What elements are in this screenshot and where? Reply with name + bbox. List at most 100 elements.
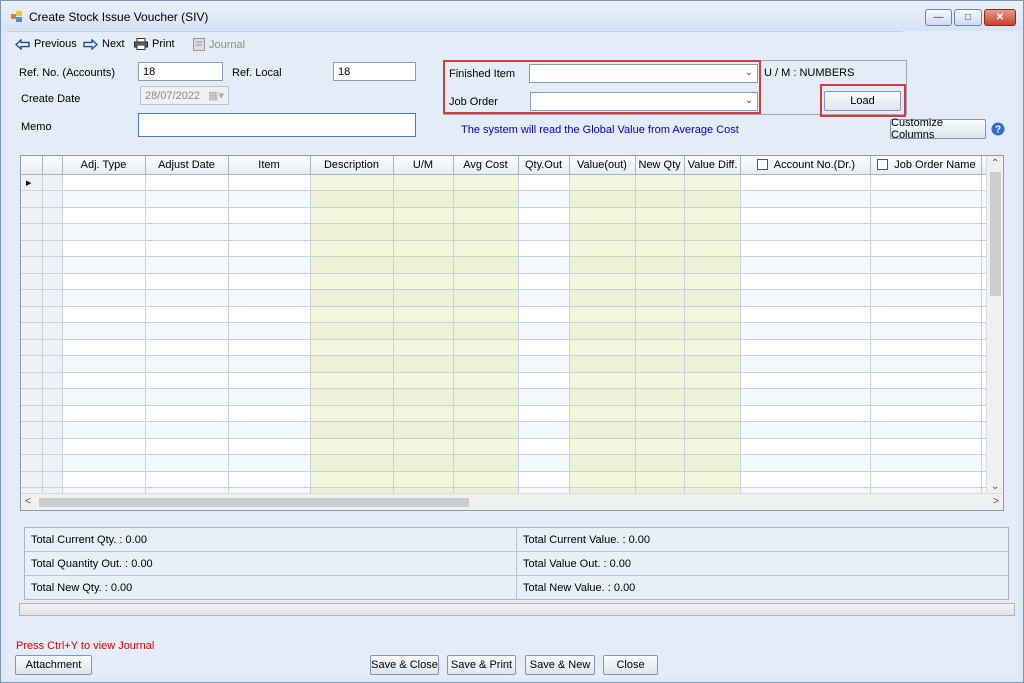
- print-button[interactable]: Print: [134, 38, 175, 50]
- table-cell[interactable]: [569, 372, 636, 389]
- table-cell[interactable]: [569, 339, 636, 356]
- table-cell[interactable]: [569, 273, 636, 290]
- horizontal-scrollbar[interactable]: < >: [21, 493, 1003, 510]
- table-cell[interactable]: [62, 421, 146, 439]
- table-cell[interactable]: [228, 388, 311, 406]
- table-cell[interactable]: [684, 438, 742, 455]
- table-cell[interactable]: [228, 322, 311, 340]
- column-header[interactable]: Value(out): [569, 156, 636, 175]
- table-cell[interactable]: [310, 405, 394, 422]
- table-cell[interactable]: [684, 454, 742, 472]
- scroll-right-icon[interactable]: >: [993, 496, 999, 507]
- row-header-cell[interactable]: [42, 388, 63, 406]
- table-cell[interactable]: [870, 438, 983, 455]
- row-header-cell[interactable]: [42, 454, 63, 472]
- table-cell[interactable]: [393, 438, 454, 455]
- table-cell[interactable]: [145, 438, 229, 455]
- table-cell[interactable]: [228, 273, 311, 290]
- row-header-cell[interactable]: [21, 306, 43, 323]
- table-cell[interactable]: [740, 339, 872, 356]
- table-cell[interactable]: [684, 223, 742, 241]
- table-cell[interactable]: [635, 223, 685, 241]
- next-button[interactable]: Next: [83, 38, 125, 50]
- table-cell[interactable]: [62, 471, 146, 488]
- table-cell[interactable]: [145, 289, 229, 307]
- column-header[interactable]: U/M: [393, 156, 454, 175]
- column-header[interactable]: Account No.(Dr.): [740, 156, 872, 175]
- vertical-scroll-thumb[interactable]: [990, 172, 1001, 296]
- table-cell[interactable]: [310, 273, 394, 290]
- row-header-cell[interactable]: [21, 405, 43, 422]
- table-cell[interactable]: [393, 355, 454, 373]
- table-cell[interactable]: [310, 174, 394, 191]
- table-cell[interactable]: [393, 190, 454, 208]
- row-header-cell[interactable]: [42, 223, 63, 241]
- table-cell[interactable]: [740, 240, 872, 257]
- help-icon[interactable]: ?: [991, 122, 1005, 136]
- table-row[interactable]: [21, 322, 990, 340]
- table-cell[interactable]: [740, 223, 872, 241]
- table-cell[interactable]: [870, 256, 983, 274]
- table-cell[interactable]: [684, 174, 742, 191]
- row-header-cell[interactable]: [21, 256, 43, 274]
- table-cell[interactable]: [635, 322, 685, 340]
- table-cell[interactable]: [145, 372, 229, 389]
- column-header[interactable]: Avg Cost: [453, 156, 519, 175]
- table-cell[interactable]: [310, 240, 394, 257]
- save-close-button[interactable]: Save & Close: [370, 655, 439, 675]
- table-cell[interactable]: [393, 273, 454, 290]
- row-header-cell[interactable]: [21, 388, 43, 406]
- table-cell[interactable]: [684, 256, 742, 274]
- table-cell[interactable]: [310, 190, 394, 208]
- table-cell[interactable]: [310, 306, 394, 323]
- table-cell[interactable]: [684, 405, 742, 422]
- table-cell[interactable]: [740, 438, 872, 455]
- table-cell[interactable]: [145, 256, 229, 274]
- table-cell[interactable]: [870, 471, 983, 488]
- row-header-cell[interactable]: [21, 190, 43, 208]
- scroll-down-icon[interactable]: ⌄: [991, 481, 999, 492]
- table-row[interactable]: [21, 190, 990, 208]
- row-header-cell[interactable]: [21, 421, 43, 439]
- table-cell[interactable]: [62, 405, 146, 422]
- vertical-scrollbar[interactable]: ⌃ ⌄: [986, 156, 1003, 494]
- create-date-input[interactable]: 28/07/2022 ▦▾: [140, 86, 229, 105]
- save-new-button[interactable]: Save & New: [525, 655, 595, 675]
- table-cell[interactable]: [518, 421, 570, 439]
- table-cell[interactable]: [684, 421, 742, 439]
- table-cell[interactable]: [518, 223, 570, 241]
- table-cell[interactable]: [635, 388, 685, 406]
- column-header[interactable]: Value Diff.: [684, 156, 742, 175]
- table-cell[interactable]: [635, 438, 685, 455]
- table-row[interactable]: [21, 240, 990, 257]
- table-cell[interactable]: [145, 190, 229, 208]
- table-cell[interactable]: [393, 174, 454, 191]
- table-cell[interactable]: [453, 438, 519, 455]
- table-cell[interactable]: [393, 306, 454, 323]
- table-cell[interactable]: [393, 256, 454, 274]
- column-header[interactable]: Job Order Name: [870, 156, 983, 175]
- table-cell[interactable]: [635, 256, 685, 274]
- table-cell[interactable]: [62, 454, 146, 472]
- table-cell[interactable]: [518, 174, 570, 191]
- row-header-cell[interactable]: [21, 454, 43, 472]
- table-cell[interactable]: [518, 273, 570, 290]
- table-cell[interactable]: [228, 339, 311, 356]
- column-header[interactable]: Adjust Date: [145, 156, 229, 175]
- table-row[interactable]: ▶: [21, 174, 990, 191]
- table-cell[interactable]: [453, 190, 519, 208]
- table-cell[interactable]: [228, 190, 311, 208]
- column-header[interactable]: [21, 156, 43, 175]
- table-cell[interactable]: [870, 388, 983, 406]
- table-cell[interactable]: [870, 174, 983, 191]
- chevron-down-icon[interactable]: ⌄: [745, 67, 753, 78]
- table-cell[interactable]: [635, 355, 685, 373]
- table-cell[interactable]: [740, 454, 872, 472]
- table-cell[interactable]: [635, 372, 685, 389]
- customize-columns-button[interactable]: Customize Columns: [890, 117, 986, 141]
- chevron-down-icon[interactable]: ⌄: [745, 95, 753, 106]
- column-header[interactable]: Adj. Type: [62, 156, 146, 175]
- table-cell[interactable]: [393, 454, 454, 472]
- table-row[interactable]: [21, 471, 990, 488]
- table-cell[interactable]: [145, 207, 229, 224]
